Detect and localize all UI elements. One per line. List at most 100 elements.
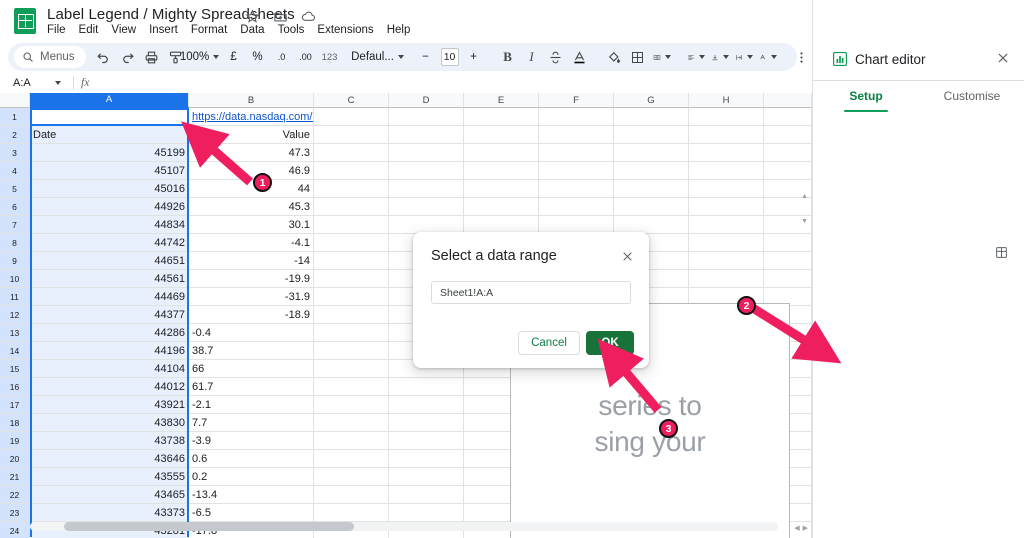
cell-B21[interactable]: 0.2 (189, 468, 314, 486)
cell-B19[interactable]: -3.9 (189, 432, 314, 450)
cell-A21[interactable]: 43555 (30, 468, 189, 486)
cell-A13[interactable]: 44286 (30, 324, 189, 342)
cell-A2[interactable]: Date (30, 126, 189, 144)
cell-A5[interactable]: 45016 (30, 180, 189, 198)
column-header-g[interactable]: G (614, 93, 689, 108)
cell-H1[interactable] (689, 108, 764, 126)
text-wrapping-button[interactable] (732, 45, 756, 69)
cell-A3[interactable]: 45199 (30, 144, 189, 162)
cell-H9[interactable] (689, 252, 764, 270)
cell-B15[interactable]: 66 (189, 360, 314, 378)
cell-A17[interactable]: 43921 (30, 396, 189, 414)
cell-H6[interactable] (689, 198, 764, 216)
cell-D19[interactable] (389, 432, 464, 450)
cancel-button[interactable]: Cancel (518, 331, 580, 355)
cell-A7[interactable]: 44834 (30, 216, 189, 234)
cell-B8[interactable]: -4.1 (189, 234, 314, 252)
cell-C17[interactable] (314, 396, 389, 414)
cell-H7[interactable] (689, 216, 764, 234)
row-header-3[interactable]: 3 (0, 144, 30, 162)
cell-B10[interactable]: -19.9 (189, 270, 314, 288)
cell-H4[interactable] (689, 162, 764, 180)
row-header-9[interactable]: 9 (0, 252, 30, 270)
row-header-19[interactable]: 19 (0, 432, 30, 450)
cell-B1[interactable]: https://data.nasdaq.com/ap (189, 108, 314, 126)
select-all-corner[interactable] (0, 93, 30, 108)
move-to-folder-icon[interactable] (273, 9, 288, 24)
column-header-e[interactable]: E (464, 93, 539, 108)
data-range-input[interactable] (431, 281, 631, 304)
cell-A6[interactable]: 44926 (30, 198, 189, 216)
cell-C23[interactable] (314, 504, 389, 522)
chevron-down-icon[interactable] (746, 55, 753, 59)
menu-format[interactable]: Format (191, 24, 227, 36)
row-header-20[interactable]: 20 (0, 450, 30, 468)
cell-B20[interactable]: 0.6 (189, 450, 314, 468)
row-header-15[interactable]: 15 (0, 360, 30, 378)
row-header-24[interactable]: 24 (0, 522, 30, 538)
increase-decimal-button[interactable]: .00 (294, 45, 318, 69)
cell-G1[interactable] (614, 108, 689, 126)
cell-A16[interactable]: 44012 (30, 378, 189, 396)
cell-C9[interactable] (314, 252, 389, 270)
menu-edit[interactable]: Edit (79, 24, 99, 36)
cell-C8[interactable] (314, 234, 389, 252)
menu-tools[interactable]: Tools (278, 24, 305, 36)
cell-B7[interactable]: 30.1 (189, 216, 314, 234)
cell-E6[interactable] (464, 198, 539, 216)
currency-format-button[interactable]: £ (222, 45, 246, 69)
cell-D23[interactable] (389, 504, 464, 522)
increase-font-size-button[interactable]: + (462, 45, 486, 69)
row-header-21[interactable]: 21 (0, 468, 30, 486)
column-header-d[interactable]: D (389, 93, 464, 108)
cell-D3[interactable] (389, 144, 464, 162)
horizontal-align-button[interactable] (684, 45, 708, 69)
cell-F4[interactable] (539, 162, 614, 180)
cell-D16[interactable] (389, 378, 464, 396)
cell-D21[interactable] (389, 468, 464, 486)
cell-B18[interactable]: 7.7 (189, 414, 314, 432)
cell-B23[interactable]: -6.5 (189, 504, 314, 522)
name-box[interactable]: A:A (6, 74, 66, 92)
cell-F5[interactable] (539, 180, 614, 198)
cell-A19[interactable]: 43738 (30, 432, 189, 450)
cell-C18[interactable] (314, 414, 389, 432)
row-header-8[interactable]: 8 (0, 234, 30, 252)
cell-H3[interactable] (689, 144, 764, 162)
decrease-font-size-button[interactable]: − (414, 45, 438, 69)
vertical-align-button[interactable] (708, 45, 732, 69)
cell-C5[interactable] (314, 180, 389, 198)
cell-A4[interactable]: 45107 (30, 162, 189, 180)
ok-button[interactable]: OK (586, 331, 634, 355)
cell-B3[interactable]: 47.3 (189, 144, 314, 162)
cell-C3[interactable] (314, 144, 389, 162)
cell-C4[interactable] (314, 162, 389, 180)
cell-A20[interactable]: 43646 (30, 450, 189, 468)
font-size-field[interactable]: 10 (438, 45, 462, 69)
cell-D5[interactable] (389, 180, 464, 198)
cell-E3[interactable] (464, 144, 539, 162)
italic-button[interactable]: I (520, 45, 544, 69)
cell-A18[interactable]: 43830 (30, 414, 189, 432)
cell-E5[interactable] (464, 180, 539, 198)
cell-D1[interactable] (389, 108, 464, 126)
chevron-down-icon[interactable] (664, 55, 671, 59)
scroll-up-icon[interactable]: ▲ (801, 193, 808, 200)
row-header-5[interactable]: 5 (0, 180, 30, 198)
menu-help[interactable]: Help (387, 24, 411, 36)
cell-G6[interactable] (614, 198, 689, 216)
cell-B11[interactable]: -31.9 (189, 288, 314, 306)
cell-C7[interactable] (314, 216, 389, 234)
cell-C6[interactable] (314, 198, 389, 216)
borders-button[interactable] (626, 45, 650, 69)
menus-search-button[interactable]: Menus (14, 46, 86, 68)
percent-format-button[interactable]: % (246, 45, 270, 69)
cell-C1[interactable] (314, 108, 389, 126)
row-header-6[interactable]: 6 (0, 198, 30, 216)
cell-B16[interactable]: 61.7 (189, 378, 314, 396)
cell-A12[interactable]: 44377 (30, 306, 189, 324)
cell-A9[interactable]: 44651 (30, 252, 189, 270)
row-header-11[interactable]: 11 (0, 288, 30, 306)
cell-C16[interactable] (314, 378, 389, 396)
strikethrough-button[interactable] (544, 45, 568, 69)
